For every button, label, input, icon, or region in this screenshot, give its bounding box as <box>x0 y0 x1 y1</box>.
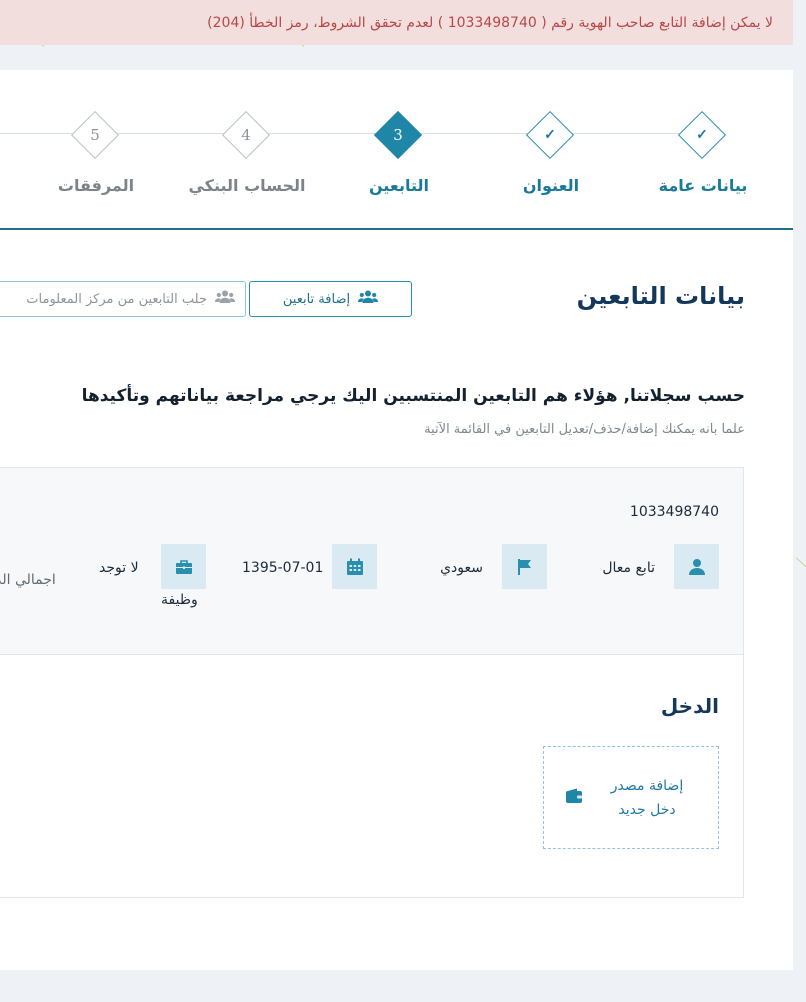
add-dependents-label: إضافة تابعين <box>282 291 351 307</box>
step-number: 5 <box>90 126 100 144</box>
background-decoration-line <box>795 557 806 569</box>
error-alert: لا يمكن إضافة التابع صاحب الهوية رقم ( 1… <box>0 0 793 45</box>
add-income-source-button[interactable]: إضافة مصدر دخل جديد <box>543 746 719 849</box>
wallet-icon <box>565 788 583 808</box>
check-icon: ✓ <box>544 127 556 143</box>
step-number: 3 <box>393 126 403 144</box>
flag-icon <box>502 544 547 589</box>
dependent-job-value: لا توجد <box>99 560 139 576</box>
dependent-summary: 1033498740 تابع معال سعودي 1395-07-01 لا… <box>0 468 743 655</box>
briefcase-icon <box>161 544 206 589</box>
add-income-source-line-2: دخل جديد <box>618 801 676 818</box>
dependent-status: تابع معال <box>602 560 655 576</box>
check-icon: ✓ <box>696 127 708 143</box>
dependent-job-label: وظيفة <box>161 592 198 608</box>
add-income-source-label: إضافة مصدر دخل جديد <box>597 774 697 822</box>
step-label: التابعين <box>369 176 429 195</box>
users-icon <box>358 290 379 308</box>
dependent-id-number: 1033498740 <box>629 504 719 520</box>
form-card: ✓ بيانات عامة ✓ العنوان 3 التابعين 4 الح… <box>0 70 793 970</box>
calendar-icon <box>332 544 377 589</box>
dependent-card: 1033498740 تابع معال سعودي 1395-07-01 لا… <box>0 467 744 898</box>
stepper: ✓ بيانات عامة ✓ العنوان 3 التابعين 4 الح… <box>0 70 793 230</box>
error-message: لا يمكن إضافة التابع صاحب الهوية رقم ( 1… <box>207 14 773 31</box>
step-label: الحساب البنكي <box>188 176 306 195</box>
step-number: 4 <box>241 126 251 144</box>
stepper-divider <box>0 228 793 230</box>
add-income-source-line-1: إضافة مصدر <box>610 777 684 794</box>
step-label: بيانات عامة <box>658 176 748 195</box>
step-label: العنوان <box>522 176 580 195</box>
intro-note: علما بانه يمكنك إضافة/حذف/تعديل التابعين… <box>424 422 745 437</box>
intro-heading: حسب سجلاتنا, هؤلاء هم التابعين المنتسبين… <box>81 386 745 406</box>
fetch-dependents-label: جلب التابعين من مركز المعلومات <box>26 291 207 307</box>
user-icon <box>674 544 719 589</box>
users-icon <box>215 290 235 308</box>
add-dependents-button[interactable]: إضافة تابعين <box>249 281 412 317</box>
dependent-birth-date: 1395-07-01 <box>242 560 324 576</box>
fetch-dependents-button[interactable]: جلب التابعين من مركز المعلومات <box>0 281 246 317</box>
income-heading: الدخل <box>660 694 719 718</box>
dependent-nationality: سعودي <box>440 560 483 576</box>
dependent-total-income-label: اجمالي الد <box>0 572 56 588</box>
page-title: بيانات التابعين <box>576 282 745 310</box>
step-label: المرفقات <box>57 176 135 195</box>
